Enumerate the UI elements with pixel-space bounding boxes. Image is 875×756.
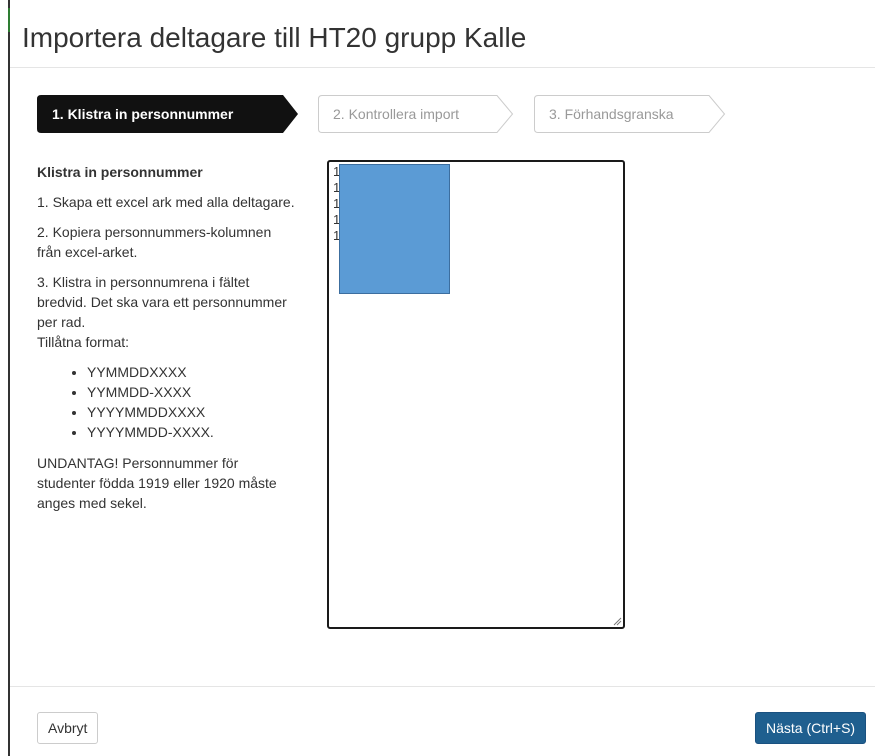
step-label: 1. Klistra in personnummer (52, 106, 234, 122)
list-item: YYMMDDXXXX (87, 362, 297, 382)
edge-accent (8, 8, 10, 32)
window-left-edge (0, 0, 10, 756)
exception-note: UNDANTAG! Personnummer för studenter föd… (37, 455, 277, 511)
instructions-heading: Klistra in personnummer (37, 164, 203, 180)
instructions-panel: Klistra in personnummer 1. Skapa ett exc… (37, 162, 297, 523)
step-preview[interactable]: 3. Förhandsgranska (534, 95, 726, 133)
allowed-formats-label: Tillåtna format: (37, 334, 130, 350)
format-list: YYMMDDXXXX YYMMDD-XXXX YYYYMMDDXXXX YYYY… (37, 362, 297, 442)
step-check-import[interactable]: 2. Kontrollera import (318, 95, 514, 133)
edge-line (8, 0, 10, 756)
header-divider (10, 67, 875, 68)
footer-divider (10, 686, 875, 687)
resize-grip-icon[interactable] (612, 616, 622, 626)
instruction-step-1: 1. Skapa ett excel ark med alla deltagar… (37, 194, 295, 210)
next-button[interactable]: Nästa (Ctrl+S) (755, 712, 867, 744)
instruction-step-3: 3. Klistra in personnumrena i fältet bre… (37, 274, 287, 330)
instruction-step-2: 2. Kopiera personnummers-kolumnen från e… (37, 224, 272, 260)
import-participants-modal: Importera deltagare till HT20 grupp Kall… (0, 0, 875, 756)
text-selection-overlay (339, 164, 450, 294)
step-label: 3. Förhandsgranska (549, 106, 674, 122)
step-label: 2. Kontrollera import (333, 106, 460, 122)
list-item: YYYYMMDD-XXXX. (87, 422, 297, 442)
modal-title: Importera deltagare till HT20 grupp Kall… (22, 22, 527, 53)
list-item: YYYYMMDDXXXX (87, 402, 297, 422)
list-item: YYMMDD-XXXX (87, 382, 297, 402)
cancel-button[interactable]: Avbryt (37, 712, 99, 744)
step-paste-ssn[interactable]: 1. Klistra in personnummer (37, 95, 299, 133)
ssn-textarea[interactable]: 1 1 1 1 1 (327, 160, 625, 629)
